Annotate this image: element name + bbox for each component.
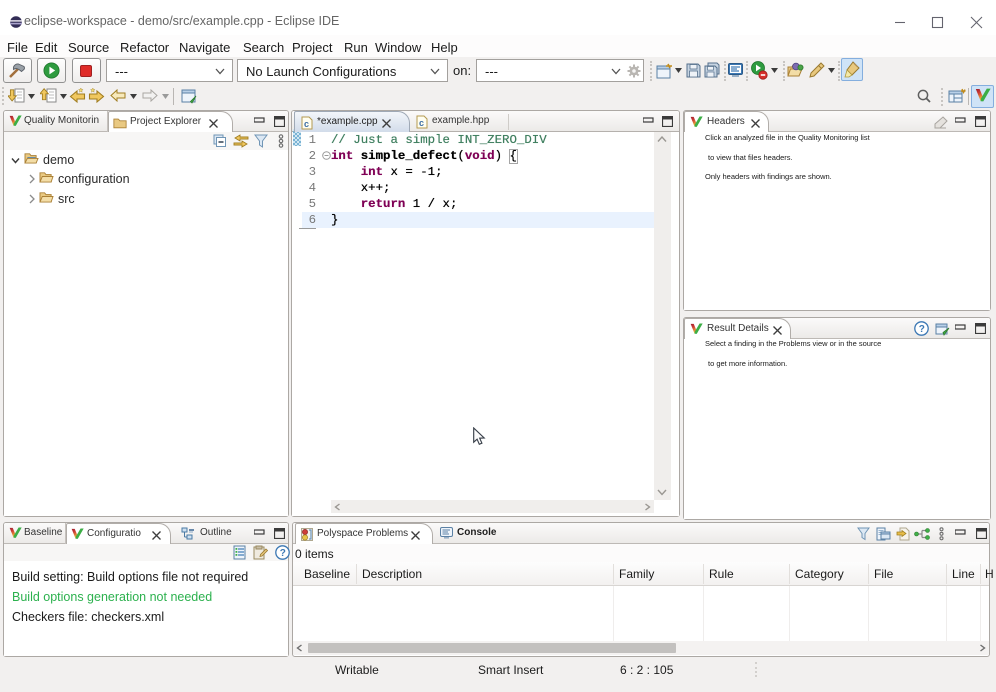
svg-text:?: ? bbox=[919, 324, 925, 335]
svg-text:c: c bbox=[419, 118, 424, 128]
svg-text:?: ? bbox=[280, 548, 286, 559]
svg-text:c: c bbox=[304, 119, 309, 129]
